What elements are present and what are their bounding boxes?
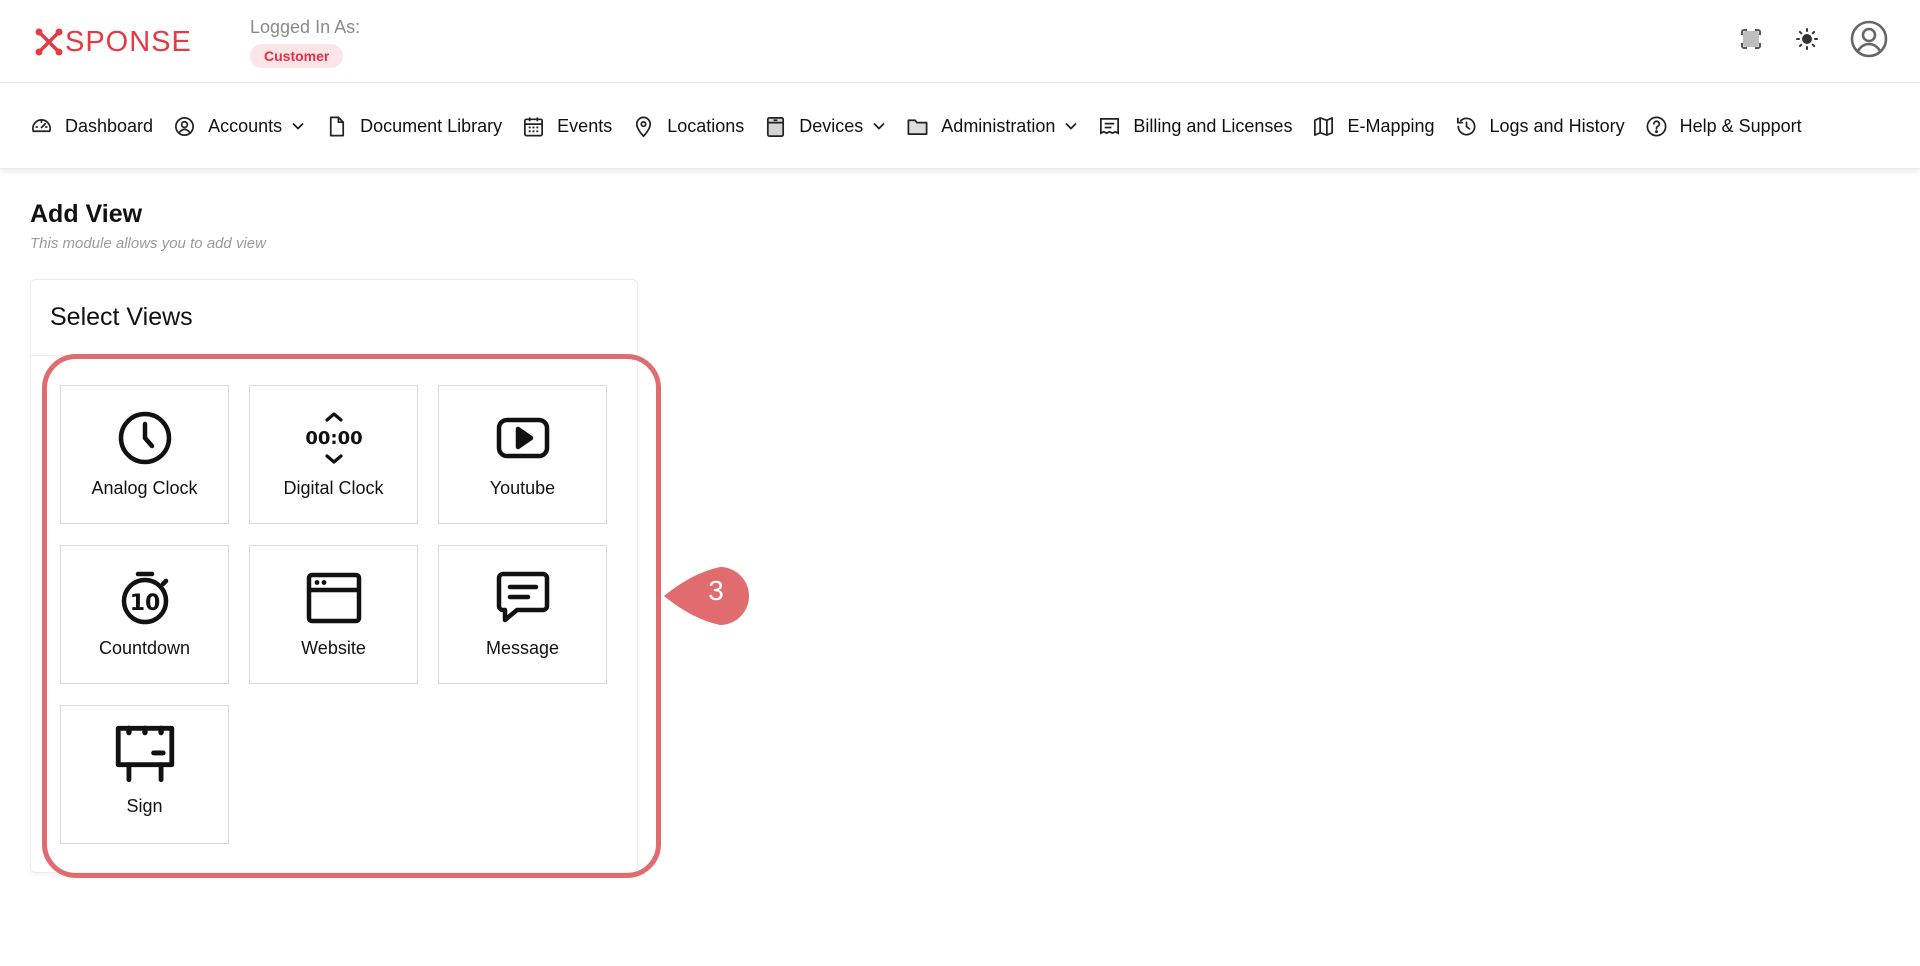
chevron-down-icon [873, 122, 885, 130]
youtube-icon [496, 417, 549, 459]
nav-label: Accounts [208, 115, 283, 136]
nav-label: Administration [941, 115, 1056, 136]
theme-toggle-button[interactable] [1792, 24, 1822, 54]
view-tile-analog-clock[interactable]: Analog Clock [60, 385, 229, 524]
sun-icon [1796, 28, 1818, 50]
calendar-icon [524, 116, 544, 136]
view-tile-sign[interactable]: Sign [60, 705, 229, 844]
nav-label: Billing and Licenses [1133, 115, 1293, 136]
nav-label: Logs and History [1489, 115, 1625, 136]
logo-x-icon [35, 28, 63, 56]
folder-icon [907, 118, 928, 135]
nav-label: Dashboard [65, 115, 154, 136]
user-avatar-icon [1850, 20, 1888, 58]
tile-label: Analog Clock [91, 478, 198, 498]
nav-item-document-library[interactable]: Document Library [325, 115, 502, 138]
fullscreen-icon [1741, 29, 1761, 49]
view-tile-website[interactable]: Website [249, 545, 418, 684]
main-navigation: Dashboard Accounts Document Library Even… [0, 84, 1920, 169]
document-icon [329, 116, 345, 136]
svg-text:10: 10 [129, 591, 160, 616]
role-badge: Customer [250, 44, 344, 68]
card-title: Select Views [50, 303, 193, 331]
step-number: 3 [708, 575, 724, 606]
tile-label: Countdown [98, 638, 191, 658]
countdown-timer-icon: 10 [121, 571, 168, 625]
map-icon [1314, 116, 1334, 136]
tile-label: Youtube [489, 478, 556, 498]
view-tile-digital-clock[interactable]: 00:00 Digital Clock [249, 385, 418, 524]
user-menu-button[interactable] [1848, 18, 1890, 60]
nav-item-accounts[interactable]: Accounts [173, 115, 305, 138]
nav-item-events[interactable]: Events [522, 115, 612, 138]
browser-window-icon [306, 572, 361, 624]
nav-label: Locations [667, 115, 745, 136]
nav-item-logs-and-history[interactable]: Logs and History [1455, 115, 1625, 138]
nav-item-administration[interactable]: Administration [906, 115, 1078, 138]
fullscreen-button[interactable] [1736, 24, 1766, 54]
dashboard-gauge-icon [32, 118, 51, 132]
signboard-icon [115, 725, 174, 783]
view-tile-youtube[interactable]: Youtube [438, 385, 607, 524]
nav-item-locations[interactable]: Locations [632, 115, 744, 138]
chevron-down-icon [292, 122, 304, 130]
nav-item-dashboard[interactable]: Dashboard [30, 115, 153, 138]
nav-item-billing-and-licenses[interactable]: Billing and Licenses [1098, 115, 1292, 138]
nav-label: Document Library [360, 115, 503, 136]
message-bubble-icon [496, 571, 549, 623]
top-header: SPONSE Logged In As: Customer [0, 0, 1920, 83]
nav-item-e-mapping[interactable]: E-Mapping [1312, 115, 1435, 138]
login-info: Logged In As: Customer [250, 17, 360, 68]
logged-in-label: Logged In As: [250, 17, 361, 37]
help-circle-icon [1646, 116, 1667, 136]
tile-label: Website [301, 638, 366, 658]
receipt-icon [1100, 117, 1120, 135]
nav-label: E-Mapping [1347, 115, 1435, 136]
chevron-down-icon [1065, 122, 1077, 130]
nav-label: Help & Support [1679, 115, 1802, 136]
account-circle-icon [175, 116, 195, 136]
page-title: Add View [30, 200, 143, 228]
card-header: Select Views [31, 280, 637, 356]
view-tile-countdown[interactable]: 10 Countdown [60, 545, 229, 684]
digital-clock-icon: 00:00 [305, 412, 362, 464]
nav-label: Devices [799, 115, 864, 136]
history-icon [1456, 116, 1475, 135]
view-tile-message[interactable]: Message [438, 545, 607, 684]
nav-item-devices[interactable]: Devices [764, 115, 886, 138]
analog-clock-icon [118, 411, 171, 465]
tile-label: Digital Clock [283, 478, 384, 498]
xsponse-logo[interactable]: SPONSE [34, 24, 192, 60]
page-subtitle: This module allows you to add view [30, 235, 266, 252]
svg-text:00:00: 00:00 [305, 428, 362, 449]
nav-label: Events [557, 115, 613, 136]
tile-label: Message [485, 638, 560, 658]
select-views-card: Select Views Analog Clock 00:00 Digital … [30, 279, 638, 873]
header-actions [1736, 18, 1890, 60]
logo-text: SPONSE [65, 25, 192, 58]
map-pin-icon [636, 116, 652, 137]
tile-label: Sign [126, 796, 163, 816]
nav-item-help-and-support[interactable]: Help & Support [1645, 115, 1802, 138]
device-box-icon [767, 116, 785, 137]
